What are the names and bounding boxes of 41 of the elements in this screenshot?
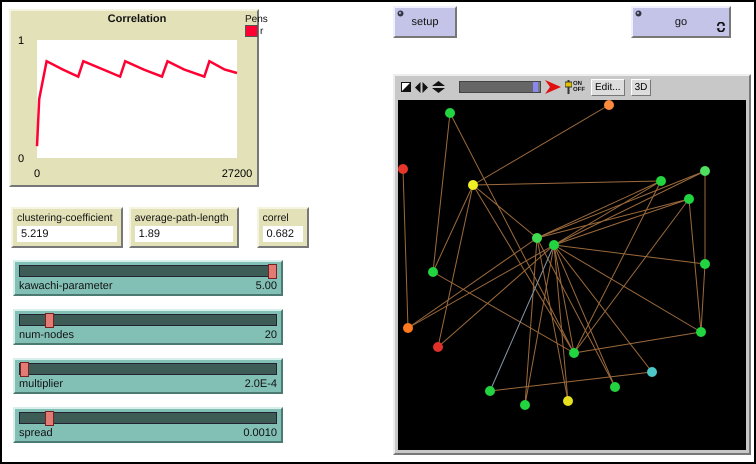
slider-thumb[interactable] <box>20 362 29 377</box>
left-right-arrows-icon[interactable] <box>415 82 428 92</box>
command-button[interactable]: go <box>631 6 731 38</box>
switch-icon <box>565 80 572 94</box>
plot-title: Correlation <box>106 12 166 27</box>
slider-label: multiplier <box>19 378 64 390</box>
toolbar-button[interactable]: Edit... <box>591 78 625 96</box>
slider-track[interactable] <box>19 314 277 326</box>
toolbar-button[interactable]: 3D <box>630 78 652 96</box>
x-tick-label: 27200 <box>222 168 252 180</box>
slider-label: num-nodes <box>19 329 74 341</box>
slider-thumb[interactable] <box>44 313 54 328</box>
monitor-value: 0.682 <box>262 226 304 242</box>
slider-thumb[interactable] <box>268 264 277 279</box>
monitor-label: correl <box>262 212 290 224</box>
slider-value: 20 <box>264 329 277 341</box>
slider-track[interactable] <box>19 363 277 375</box>
slider-label: kawachi-parameter <box>19 280 113 292</box>
up-down-arrows-icon[interactable] <box>432 81 445 93</box>
legend-label: r <box>260 26 264 36</box>
dot-icon <box>397 10 404 17</box>
arrow-icon <box>545 80 561 94</box>
speed-slider-track[interactable] <box>459 81 541 93</box>
slider-value: 2.0E-4 <box>244 378 277 390</box>
slider-track[interactable] <box>19 265 277 277</box>
slider-label: spread <box>19 427 53 439</box>
x-tick-label: 0 <box>34 168 40 180</box>
monitor-value: 1.89 <box>134 226 232 242</box>
y-tick-label: 0 <box>18 153 24 165</box>
dot-icon <box>635 10 642 17</box>
legend-title: Pens <box>245 14 268 25</box>
resize-icon[interactable] <box>401 82 411 92</box>
slider-value: 5.00 <box>256 280 277 292</box>
y-tick-label: 1 <box>18 35 24 47</box>
command-button[interactable]: setup <box>393 6 457 38</box>
slider-track[interactable] <box>19 412 277 424</box>
slider-thumb[interactable] <box>44 411 54 426</box>
monitor-value: 5.219 <box>17 226 117 242</box>
monitor-label: clustering-coefficient <box>17 212 114 224</box>
slider-value: 0.0010 <box>243 427 277 439</box>
monitor-label: average-path-length <box>134 212 230 224</box>
